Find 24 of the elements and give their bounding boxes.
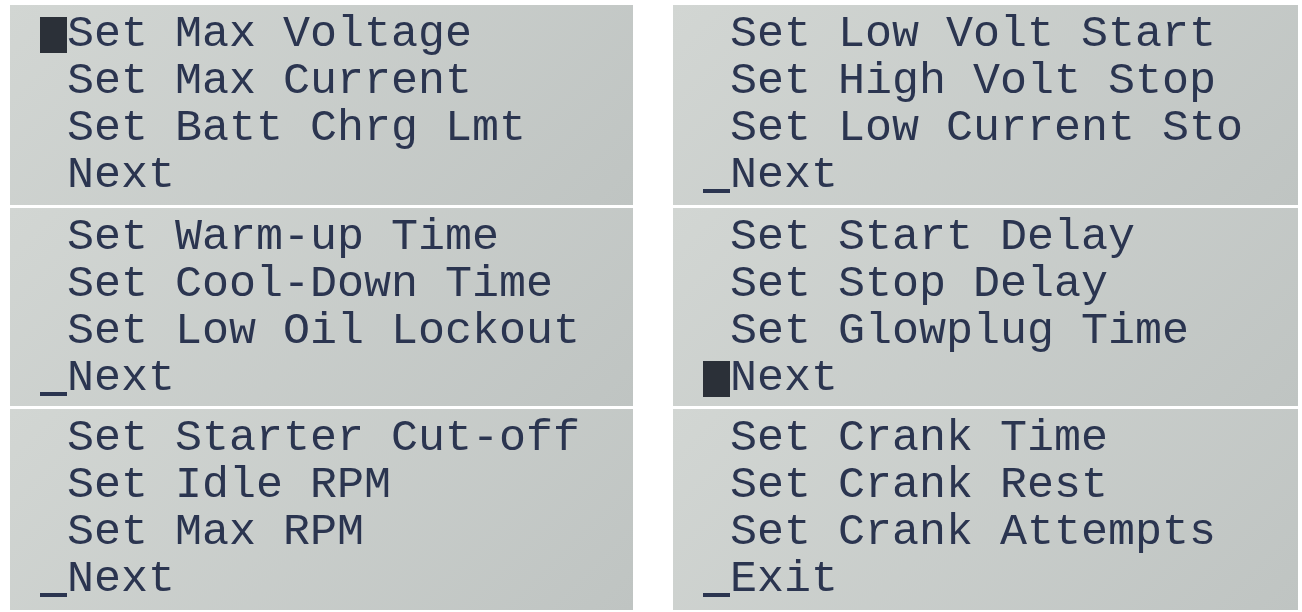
menu-item[interactable]: Set Cool-Down Time [67, 261, 554, 308]
menu-item[interactable]: Set Low Current Sto [730, 105, 1244, 152]
menu-item[interactable]: Next [730, 152, 839, 199]
menu-item[interactable]: Set Batt Chrg Lmt [67, 105, 527, 152]
menu-item[interactable]: Set Starter Cut-off [67, 415, 581, 462]
menu-item[interactable]: Exit [730, 556, 839, 603]
menu-item[interactable]: Set High Volt Stop [730, 58, 1217, 105]
menu-item[interactable]: Next [67, 556, 176, 603]
menu-item[interactable]: Next [67, 355, 176, 402]
menu-item[interactable]: Next [67, 152, 176, 199]
menu-item[interactable]: Set Glowplug Time [730, 308, 1190, 355]
menu-item[interactable]: Set Idle RPM [67, 462, 392, 509]
menu-item[interactable]: Set Warm-up Time [67, 214, 500, 261]
menu-item[interactable]: Set Low Oil Lockout [67, 308, 581, 355]
menu-item[interactable]: Set Start Delay [730, 214, 1136, 261]
menu-item[interactable]: Set Crank Time [730, 415, 1109, 462]
menu-item[interactable]: Set Low Volt Start [730, 11, 1217, 58]
menu-item[interactable]: Set Crank Rest [730, 462, 1109, 509]
menu-item[interactable]: Set Stop Delay [730, 261, 1109, 308]
menu-item[interactable]: Set Crank Attempts [730, 509, 1217, 556]
menu-item[interactable]: Set Max RPM [67, 509, 365, 556]
menu-item[interactable]: Next [730, 355, 839, 402]
menu-item[interactable]: Set Max Voltage [67, 11, 473, 58]
menu-item[interactable]: Set Max Current [67, 58, 473, 105]
